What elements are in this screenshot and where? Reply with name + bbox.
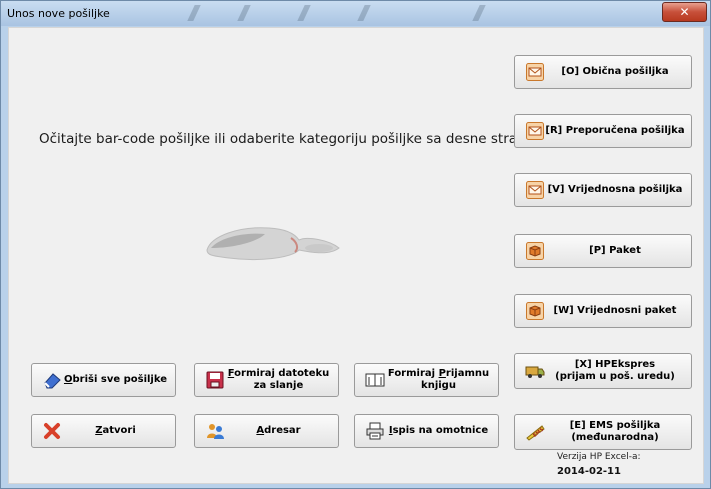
close-form-label: Zatvori xyxy=(62,425,175,437)
scan-prompt: Očitajte bar-code pošiljke ili odaberite… xyxy=(39,131,534,147)
create-receipt-book-label-line2: knjigu xyxy=(421,380,456,391)
barcode-scanner-image xyxy=(206,227,340,261)
contacts-icon xyxy=(205,421,225,441)
envelope-icon xyxy=(525,180,545,200)
hpekspres-label: [X] HPEkspres (prijam u poš. uredu) xyxy=(545,359,691,383)
ems-label-line1: [E] EMS pošiljka xyxy=(569,420,661,431)
window-title: Unos nove pošiljke xyxy=(7,7,110,20)
title-bar-decoration xyxy=(297,5,311,21)
title-bar[interactable]: Unos nove pošiljke ✕ xyxy=(1,1,710,26)
create-receipt-book-button[interactable]: Formiraj Prijamnu knjigu xyxy=(354,363,499,397)
delete-all-button[interactable]: Obriši sve pošiljke xyxy=(31,363,176,397)
valuable-item-label: [V] Vrijednosna pošiljka xyxy=(547,184,683,195)
hpekspres-button[interactable]: [X] HPEkspres (prijam u poš. uredu) xyxy=(514,353,692,389)
eraser-icon xyxy=(42,370,62,390)
create-file-label: Formiraj datoteku za slanje xyxy=(225,368,338,392)
parcel-label: [P] Paket xyxy=(589,245,641,256)
version-label: Verzija HP Excel-a: xyxy=(557,452,641,462)
printer-icon xyxy=(365,421,385,441)
delete-all-label-rest: briši sve pošiljke xyxy=(72,374,168,385)
print-envelopes-label: Ispis na omotnice xyxy=(385,425,498,437)
floppy-disk-icon xyxy=(205,370,225,390)
address-book-label-rest: dresar xyxy=(264,425,301,436)
title-bar-decoration xyxy=(472,5,486,21)
form-body: Očitajte bar-code pošiljke ili odaberite… xyxy=(8,27,704,484)
close-form-label-rest: atvori xyxy=(102,425,136,436)
delivery-van-icon xyxy=(525,361,545,381)
registered-item-button[interactable]: [R] Preporučena pošiljka xyxy=(514,114,692,148)
create-file-button[interactable]: Formiraj datoteku za slanje xyxy=(194,363,339,397)
package-icon xyxy=(525,301,545,321)
ordinary-item-button[interactable]: [O] Obična pošiljka xyxy=(514,55,692,89)
envelope-icon xyxy=(525,121,545,141)
print-envelopes-button[interactable]: Ispis na omotnice xyxy=(354,414,499,448)
title-bar-decoration xyxy=(187,5,201,21)
valuable-parcel-label: [W] Vrijednosni paket xyxy=(553,305,677,316)
address-book-label: Adresar xyxy=(225,425,338,437)
delete-all-label: Obriši sve pošiljke xyxy=(62,374,175,386)
version-date: 2014-02-11 xyxy=(557,466,621,477)
title-bar-decoration xyxy=(357,5,371,21)
address-book-accel: A xyxy=(256,425,265,436)
title-bar-decoration xyxy=(237,5,251,21)
ems-button[interactable]: EMS [E] EMS pošiljka (međunarodna) xyxy=(514,414,692,450)
parcel-button[interactable]: [P] Paket xyxy=(514,234,692,268)
create-receipt-book-label-prefix: Formiraj xyxy=(387,368,439,379)
book-icon xyxy=(365,370,385,390)
print-envelopes-label-rest: spis na omotnice xyxy=(392,425,489,436)
create-receipt-book-label: Formiraj Prijamnu knjigu xyxy=(385,368,498,392)
create-file-label-line1: ormiraj datoteku xyxy=(234,368,330,379)
ems-label: [E] EMS pošiljka (međunarodna) xyxy=(545,420,691,444)
valuable-item-button[interactable]: [V] Vrijednosna pošiljka xyxy=(514,173,692,207)
create-file-label-line2: za slanje xyxy=(253,380,304,391)
ordinary-item-label: [O] Obična pošiljka xyxy=(561,66,669,77)
close-x-icon xyxy=(42,421,62,441)
ems-icon: EMS xyxy=(525,422,545,442)
hpekspres-label-line1: [X] HPEkspres xyxy=(574,359,656,370)
create-receipt-book-accel: P xyxy=(438,368,446,379)
address-book-button[interactable]: Adresar xyxy=(194,414,339,448)
package-icon xyxy=(525,241,545,261)
hpekspres-label-line2: (prijam u poš. uredu) xyxy=(555,371,675,382)
envelope-icon xyxy=(525,62,545,82)
close-form-button[interactable]: Zatvori xyxy=(31,414,176,448)
ems-label-line2: (međunarodna) xyxy=(571,432,659,443)
close-window-button[interactable]: ✕ xyxy=(662,2,707,22)
app-window: Unos nove pošiljke ✕ Očitajte bar-code p… xyxy=(0,0,711,489)
valuable-parcel-button[interactable]: [W] Vrijednosni paket xyxy=(514,294,692,328)
create-receipt-book-label-rest: rijamnu xyxy=(445,368,490,379)
registered-item-label: [R] Preporučena pošiljka xyxy=(545,125,685,136)
